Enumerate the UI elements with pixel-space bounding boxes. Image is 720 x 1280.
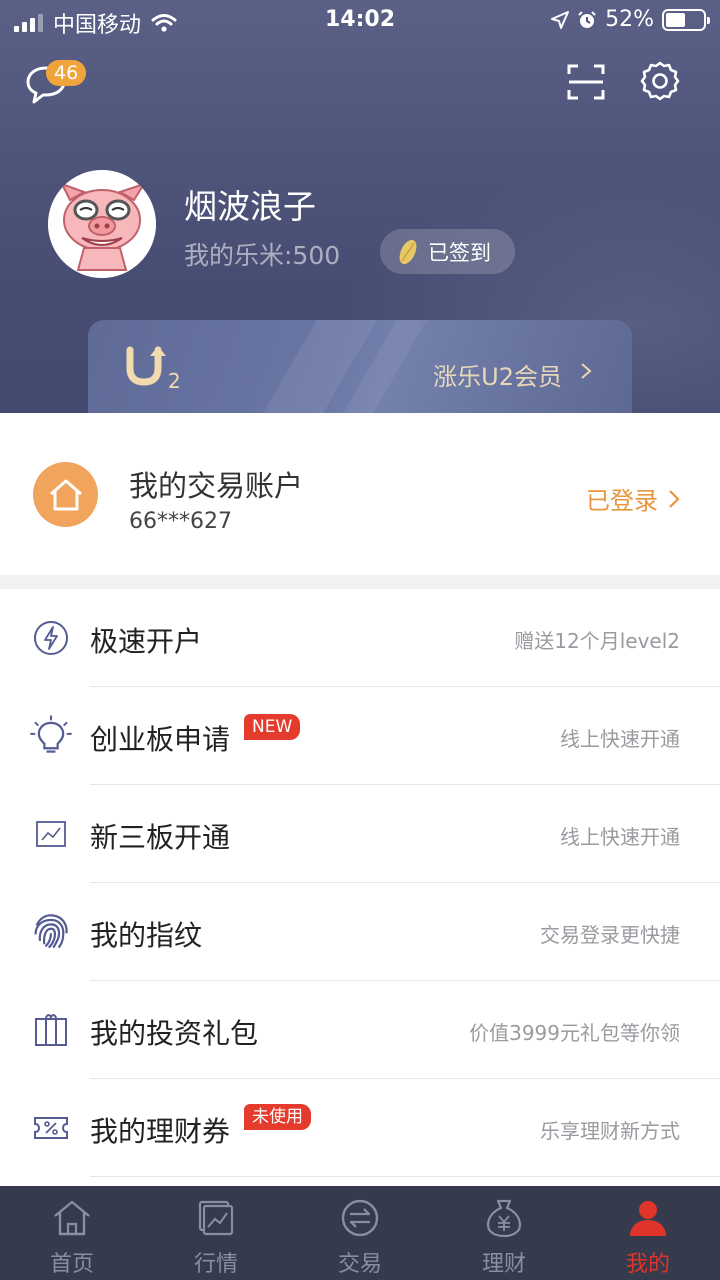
alarm-icon: [578, 10, 596, 28]
user-name: 烟波浪子: [184, 187, 316, 226]
menu-item-sub: 赠送12个月level2: [514, 629, 680, 653]
tab-label: 理财: [481, 1252, 526, 1277]
account-number: 66***627: [129, 509, 232, 534]
menu-item-sub: 线上快速开通: [560, 825, 680, 849]
menu-item-label: 我的指纹: [90, 919, 203, 952]
exchange-icon: [341, 1199, 379, 1237]
tab-label: 交易: [337, 1252, 382, 1277]
menu-item-label: 新三板开通: [90, 821, 231, 854]
service-menu: 极速开户 赠送12个月level2 创业板申请 NEW 线上快速开通 新三板开通…: [0, 589, 720, 1177]
battery-percent: 52%: [605, 7, 654, 32]
profile-header: 中国移动 14:02 52% 46 烟波浪子 我的乐米:500 已签到 2 涨乐…: [0, 0, 720, 413]
menu-item-gem-board[interactable]: 创业板申请 NEW 线上快速开通: [0, 687, 720, 785]
settings-button[interactable]: [639, 60, 681, 102]
menu-item-label: 我的理财券: [90, 1115, 231, 1148]
fingerprint-icon: [34, 914, 68, 949]
u2-logo-icon: 2: [126, 346, 181, 390]
tab-label: 首页: [49, 1252, 94, 1277]
tab-label: 行情: [193, 1252, 238, 1277]
message-count-badge: 46: [46, 60, 87, 86]
tab-finance[interactable]: 理财: [432, 1186, 576, 1280]
trading-account-row[interactable]: 我的交易账户 66***627 已登录: [0, 413, 720, 575]
login-status-label: 已登录: [586, 487, 658, 515]
house-icon: [49, 479, 82, 510]
unused-badge: 未使用: [244, 1104, 311, 1130]
menu-item-gift-pack[interactable]: 我的投资礼包 价值3999元礼包等你领: [0, 981, 720, 1079]
status-bar: 中国移动 14:02 52%: [0, 0, 720, 40]
menu-item-label: 极速开户: [90, 625, 203, 658]
menu-item-coupons[interactable]: 我的理财券 未使用 乐享理财新方式: [0, 1079, 720, 1177]
avatar[interactable]: [48, 170, 156, 278]
pig-avatar-icon: [48, 170, 156, 278]
account-title: 我的交易账户: [129, 469, 304, 503]
messages-button[interactable]: 46: [24, 58, 88, 104]
chart-icon: [36, 821, 66, 847]
signin-button[interactable]: 已签到: [380, 229, 515, 274]
coupon-icon: [34, 1117, 68, 1139]
tab-home[interactable]: 首页: [0, 1186, 144, 1280]
market-chart-icon: [198, 1200, 234, 1236]
menu-item-sub: 交易登录更快捷: [540, 923, 680, 947]
account-icon: [33, 462, 98, 527]
bottom-tab-bar: 首页 行情 交易 理财 我的: [0, 1186, 720, 1280]
user-icon: [630, 1201, 666, 1236]
battery-icon: [662, 8, 710, 31]
menu-item-sub: 价值3999元礼包等你领: [469, 1021, 680, 1045]
scan-button[interactable]: [566, 62, 606, 102]
menu-item-sub: 线上快速开通: [560, 727, 680, 751]
gift-icon: [35, 1014, 67, 1046]
menu-item-sub: 乐享理财新方式: [540, 1119, 680, 1143]
tab-label: 我的: [625, 1252, 670, 1277]
rice-grain-icon: [399, 239, 417, 264]
lightbulb-icon: [30, 715, 72, 753]
member-card[interactable]: 2 涨乐U2会员: [88, 320, 632, 413]
gear-icon: [640, 61, 680, 101]
chevron-right-icon: [581, 363, 592, 379]
tab-market[interactable]: 行情: [144, 1186, 288, 1280]
menu-item-fingerprint[interactable]: 我的指纹 交易登录更快捷: [0, 883, 720, 981]
menu-item-neeq[interactable]: 新三板开通 线上快速开通: [0, 785, 720, 883]
tab-trade[interactable]: 交易: [288, 1186, 432, 1280]
points-label[interactable]: 我的乐米:500: [184, 236, 340, 272]
menu-item-quick-account[interactable]: 极速开户 赠送12个月level2: [0, 589, 720, 687]
new-badge: NEW: [244, 714, 301, 740]
money-bag-icon: [486, 1199, 522, 1238]
member-label: 涨乐U2会员: [433, 363, 562, 391]
tab-mine[interactable]: 我的: [576, 1186, 720, 1280]
menu-item-label: 我的投资礼包: [90, 1017, 259, 1050]
login-status[interactable]: 已登录: [586, 481, 680, 516]
lightning-icon: [34, 621, 68, 655]
home-icon: [54, 1200, 90, 1236]
section-divider: [0, 575, 720, 589]
menu-item-label: 创业板申请: [90, 723, 231, 756]
scan-icon: [567, 64, 605, 100]
u2-logo-number: 2: [168, 369, 181, 390]
chevron-right-icon: [669, 489, 680, 508]
signin-label: 已签到: [428, 240, 491, 265]
location-icon: [551, 10, 570, 29]
